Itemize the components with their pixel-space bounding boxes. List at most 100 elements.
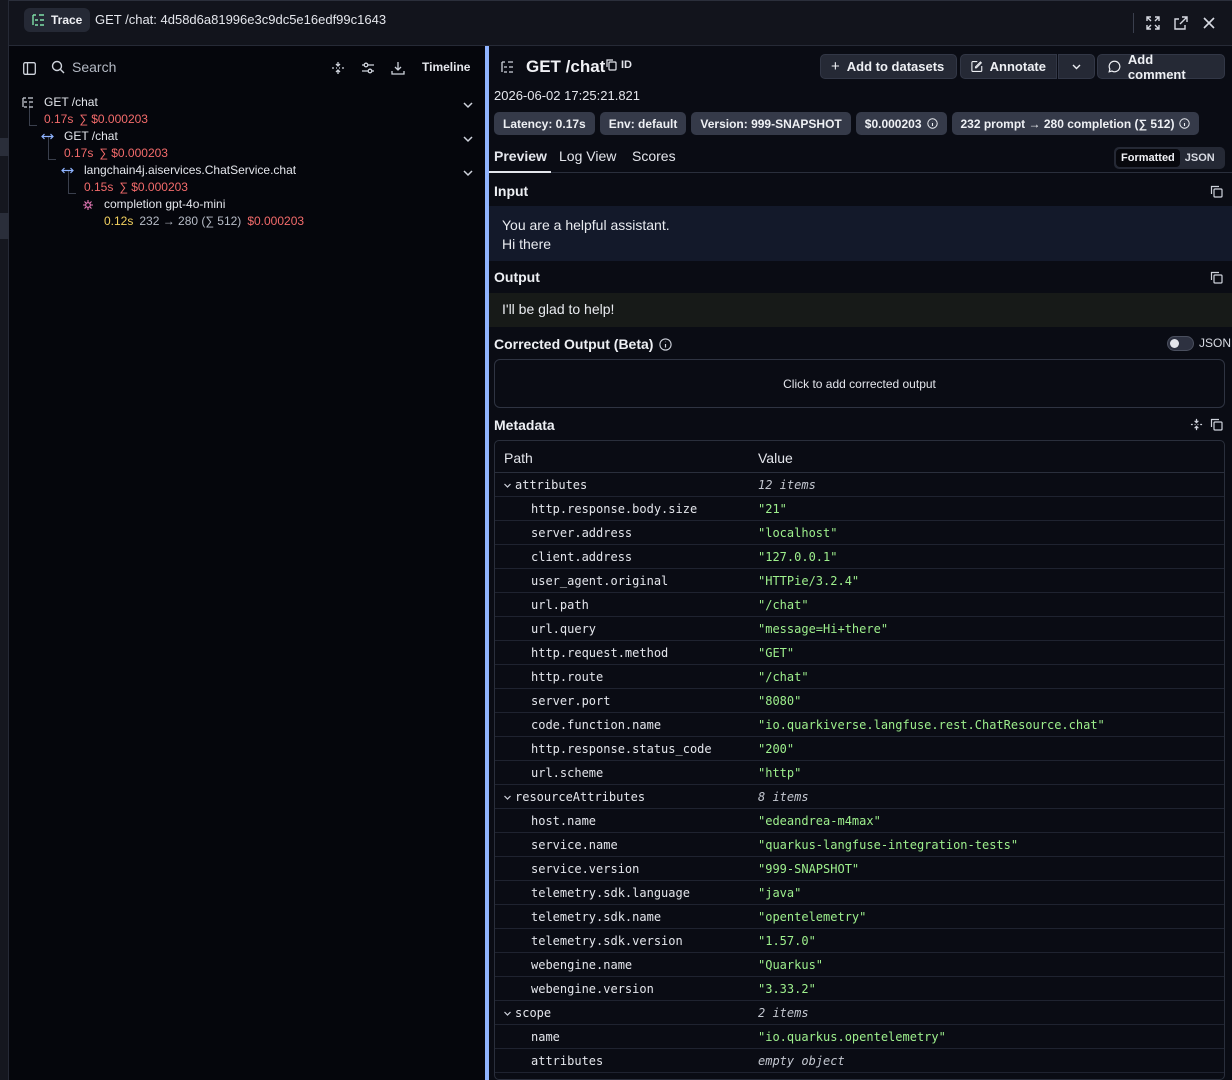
external-link-icon[interactable] (1173, 15, 1189, 31)
chevron-down-icon[interactable] (503, 481, 512, 490)
latency-badge: Latency: 0.17s (494, 112, 595, 135)
metadata-key: telemetry.sdk.language (531, 886, 690, 900)
cost-badge[interactable]: $0.000203 (855, 112, 947, 135)
add-to-datasets-label: Add to datasets (846, 59, 945, 74)
version-badge: Version: 999-SNAPSHOT (691, 112, 851, 135)
metadata-heading: Metadata (494, 417, 555, 433)
metadata-value: "999-SNAPSHOT" (758, 862, 860, 876)
arrows-horizontal-icon (61, 167, 74, 174)
tab-scores[interactable]: Scores (632, 148, 676, 164)
tree-connector (29, 125, 37, 126)
metadata-value: "io.quarkiverse.langfuse.rest.ChatResour… (758, 718, 1105, 732)
metadata-key: service.version (531, 862, 640, 876)
copy-icon[interactable] (1210, 418, 1223, 431)
metadata-key: telemetry.sdk.name (531, 910, 662, 924)
sparkle-generation-icon (83, 200, 93, 210)
metadata-key: resourceAttributes (515, 790, 646, 804)
metadata-group-row[interactable]: resourceAttributes 8 items (495, 785, 1224, 809)
add-comment-button[interactable]: Add comment (1097, 52, 1225, 82)
metadata-key: webengine.name (531, 958, 633, 972)
metadata-value: "io.quarkus.opentelemetry" (758, 1030, 946, 1044)
pencil-icon (971, 61, 983, 72)
metadata-row: http.response.status_code "200" (495, 737, 1224, 761)
left-gutter (0, 0, 9, 1080)
metadata-value: "quarkus-langfuse-integration-tests" (758, 838, 1019, 852)
copy-icon (606, 59, 617, 71)
sidebar-toggle-icon[interactable] (21, 60, 37, 76)
metadata-row: url.scheme "http" (495, 761, 1224, 785)
info-icon[interactable] (659, 337, 673, 351)
chevron-down-icon[interactable] (461, 98, 475, 112)
node-cost: ∑ $0.000203 (99, 146, 168, 160)
metadata-row: attributes empty object (495, 1049, 1224, 1073)
add-to-datasets-button[interactable]: + Add to datasets (820, 54, 957, 79)
tokens-badge[interactable]: 232 prompt → 280 completion (∑ 512) (951, 112, 1200, 135)
collapse-all-icon[interactable] (1190, 418, 1203, 431)
search-icon (51, 60, 65, 74)
download-icon[interactable] (390, 60, 406, 76)
corrected-output-box[interactable]: Click to add corrected output (494, 359, 1225, 408)
chevron-down-icon[interactable] (461, 166, 475, 180)
timeline-button[interactable]: Timeline (422, 60, 470, 74)
metadata-row: telemetry.sdk.version "1.57.0" (495, 929, 1224, 953)
settings-sliders-icon[interactable] (360, 60, 376, 76)
node-name: langchain4j.aiservices.ChatService.chat (84, 163, 297, 177)
format-formatted-option[interactable]: Formatted (1116, 149, 1180, 167)
list-tree-icon (32, 14, 44, 26)
node-tokens: 232 → 280 (∑ 512) (139, 214, 242, 228)
metadata-row: http.request.method "GET" (495, 641, 1224, 665)
metadata-value: empty object (758, 1054, 845, 1068)
metadata-group-row[interactable]: attributes 12 items (495, 473, 1224, 497)
output-heading: Output (494, 269, 540, 285)
tree-connector (68, 193, 76, 194)
corrected-json-toggle[interactable] (1167, 336, 1194, 351)
active-tab-indicator (489, 171, 551, 173)
node-name: GET /chat (44, 95, 98, 109)
search-box[interactable] (51, 59, 272, 75)
metadata-key: url.path (531, 598, 589, 612)
node-name: completion gpt-4o-mini (104, 197, 226, 211)
metadata-rows: attributes 12 items http.response.body.siz… (495, 473, 1224, 1073)
tab-preview[interactable]: Preview (494, 148, 547, 164)
annotate-button[interactable]: Annotate (960, 54, 1057, 79)
info-icon (1179, 118, 1191, 129)
corrected-output-label: Corrected Output (Beta) (494, 336, 654, 352)
copy-icon[interactable] (1210, 185, 1223, 198)
metadata-row: user_agent.original "HTTPie/3.2.4" (495, 569, 1224, 593)
version-badge-text: Version: 999-SNAPSHOT (700, 116, 842, 131)
metadata-key: host.name (531, 814, 597, 828)
metadata-group-row[interactable]: scope 2 items (495, 1001, 1224, 1025)
copy-icon[interactable] (1210, 271, 1223, 284)
corrected-output-heading: Corrected Output (Beta) (494, 336, 673, 352)
env-badge-text: Env: default (608, 116, 678, 131)
metadata-key: code.function.name (531, 718, 662, 732)
arrows-horizontal-icon (41, 133, 54, 140)
chevron-down-icon[interactable] (461, 132, 475, 146)
metadata-value: "8080" (758, 694, 802, 708)
metadata-key: url.scheme (531, 766, 604, 780)
chevron-down-icon[interactable] (503, 1009, 512, 1018)
annotate-dropdown-button[interactable] (1058, 54, 1095, 79)
metadata-key: telemetry.sdk.version (531, 934, 683, 948)
chevron-down-icon[interactable] (503, 793, 512, 802)
copy-id-button[interactable]: ID (606, 59, 632, 71)
tab-log-view[interactable]: Log View (559, 148, 616, 164)
node-latency: 0.15s (84, 180, 114, 194)
input-line: Hi there (502, 236, 552, 252)
collapse-all-icon[interactable] (330, 60, 346, 76)
metadata-key: scope (515, 1006, 552, 1020)
detail-tabs: Preview Log View Scores Formatted JSON (489, 143, 1232, 173)
input-heading: Input (494, 183, 529, 199)
list-tree-icon (22, 97, 33, 108)
corrected-json-toggle-label: JSON (1199, 336, 1232, 350)
expand-icon[interactable] (1145, 15, 1161, 31)
metadata-key: server.port (531, 694, 611, 708)
node-latency: 0.17s (44, 112, 74, 126)
search-input[interactable] (72, 59, 272, 75)
metadata-value: "1.57.0" (758, 934, 816, 948)
format-json-option[interactable]: JSON (1180, 149, 1220, 167)
close-icon[interactable] (1201, 15, 1217, 31)
metadata-value: 2 items (758, 1006, 809, 1020)
list-tree-icon (501, 61, 513, 73)
metadata-row: url.query "message=Hi+there" (495, 617, 1224, 641)
